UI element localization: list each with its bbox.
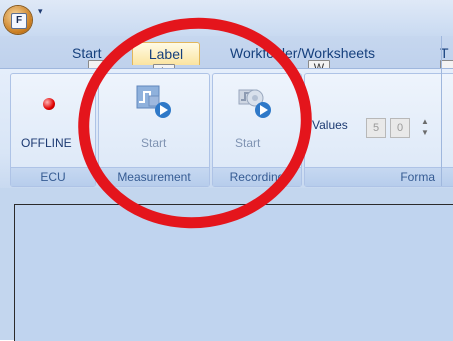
values-label: Values <box>312 118 348 132</box>
ribbon-tab-row: Start Label L Workfolder/Worksheets W T <box>0 36 453 80</box>
workspace-area <box>0 188 453 341</box>
group-recording: Start Recording <box>212 73 302 187</box>
group-label-format: Forma <box>305 167 453 186</box>
group-ecu: OFFLINE ECU <box>10 73 96 187</box>
measurement-start-button[interactable]: Start <box>141 136 166 150</box>
group-measurement: Start Measurement <box>98 73 210 187</box>
value-field-a[interactable]: 5 <box>366 118 386 138</box>
worksheet-panel[interactable] <box>14 204 453 341</box>
recording-start-button[interactable]: Start <box>235 136 260 150</box>
group-label-ecu: ECU <box>11 167 95 186</box>
group-label-recording: Recording <box>213 167 301 186</box>
app-orb-icon[interactable]: F <box>4 6 32 34</box>
quick-access-dropdown-icon[interactable]: ▾ <box>38 6 43 17</box>
value-field-b[interactable]: 0 <box>390 118 410 138</box>
group-label-measurement: Measurement <box>99 167 209 186</box>
spinner-arrows-icon[interactable]: ▲ ▼ <box>420 116 430 138</box>
tab-workfolder-worksheets[interactable]: Workfolder/Worksheets <box>230 42 375 64</box>
group-separator <box>441 36 442 186</box>
tab-label[interactable]: Label <box>132 42 200 65</box>
recording-start-icon[interactable] <box>235 82 275 127</box>
offline-button[interactable]: OFFLINE <box>21 136 72 150</box>
title-bar: F ▾ <box>0 0 453 36</box>
app-letter: F <box>11 13 27 29</box>
status-led-icon <box>43 98 55 110</box>
measurement-start-icon[interactable] <box>135 82 175 127</box>
